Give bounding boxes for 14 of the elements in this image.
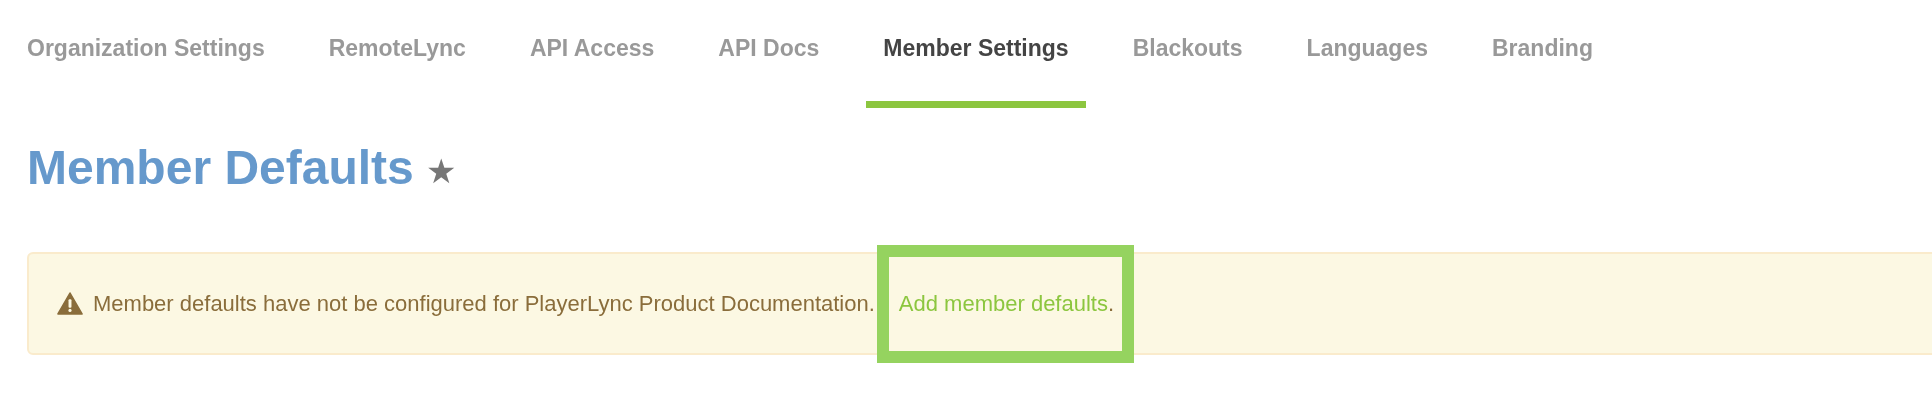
nav-tab[interactable]: Organization Settings: [10, 0, 282, 108]
add-defaults-link[interactable]: Add member defaults: [898, 290, 1108, 316]
nav-tab[interactable]: Blackouts: [1115, 0, 1260, 108]
nav-tab[interactable]: Languages: [1289, 0, 1445, 108]
page-title: Member Defaults: [27, 139, 414, 195]
favorite-star[interactable]: ★: [425, 151, 456, 191]
nav-tab[interactable]: RemoteLync: [311, 0, 483, 108]
nav-tab[interactable]: Branding: [1475, 0, 1610, 108]
nav-tab[interactable]: API Docs: [701, 0, 837, 108]
nav-tab[interactable]: API Access: [512, 0, 672, 108]
period-text: .: [1107, 290, 1115, 317]
alert-message: Member defaults have not be configured for PlayerLync Product Documentation.: [93, 290, 875, 317]
nav-tab[interactable]: Member Settings: [866, 0, 1086, 108]
warning-icon: [57, 292, 83, 315]
